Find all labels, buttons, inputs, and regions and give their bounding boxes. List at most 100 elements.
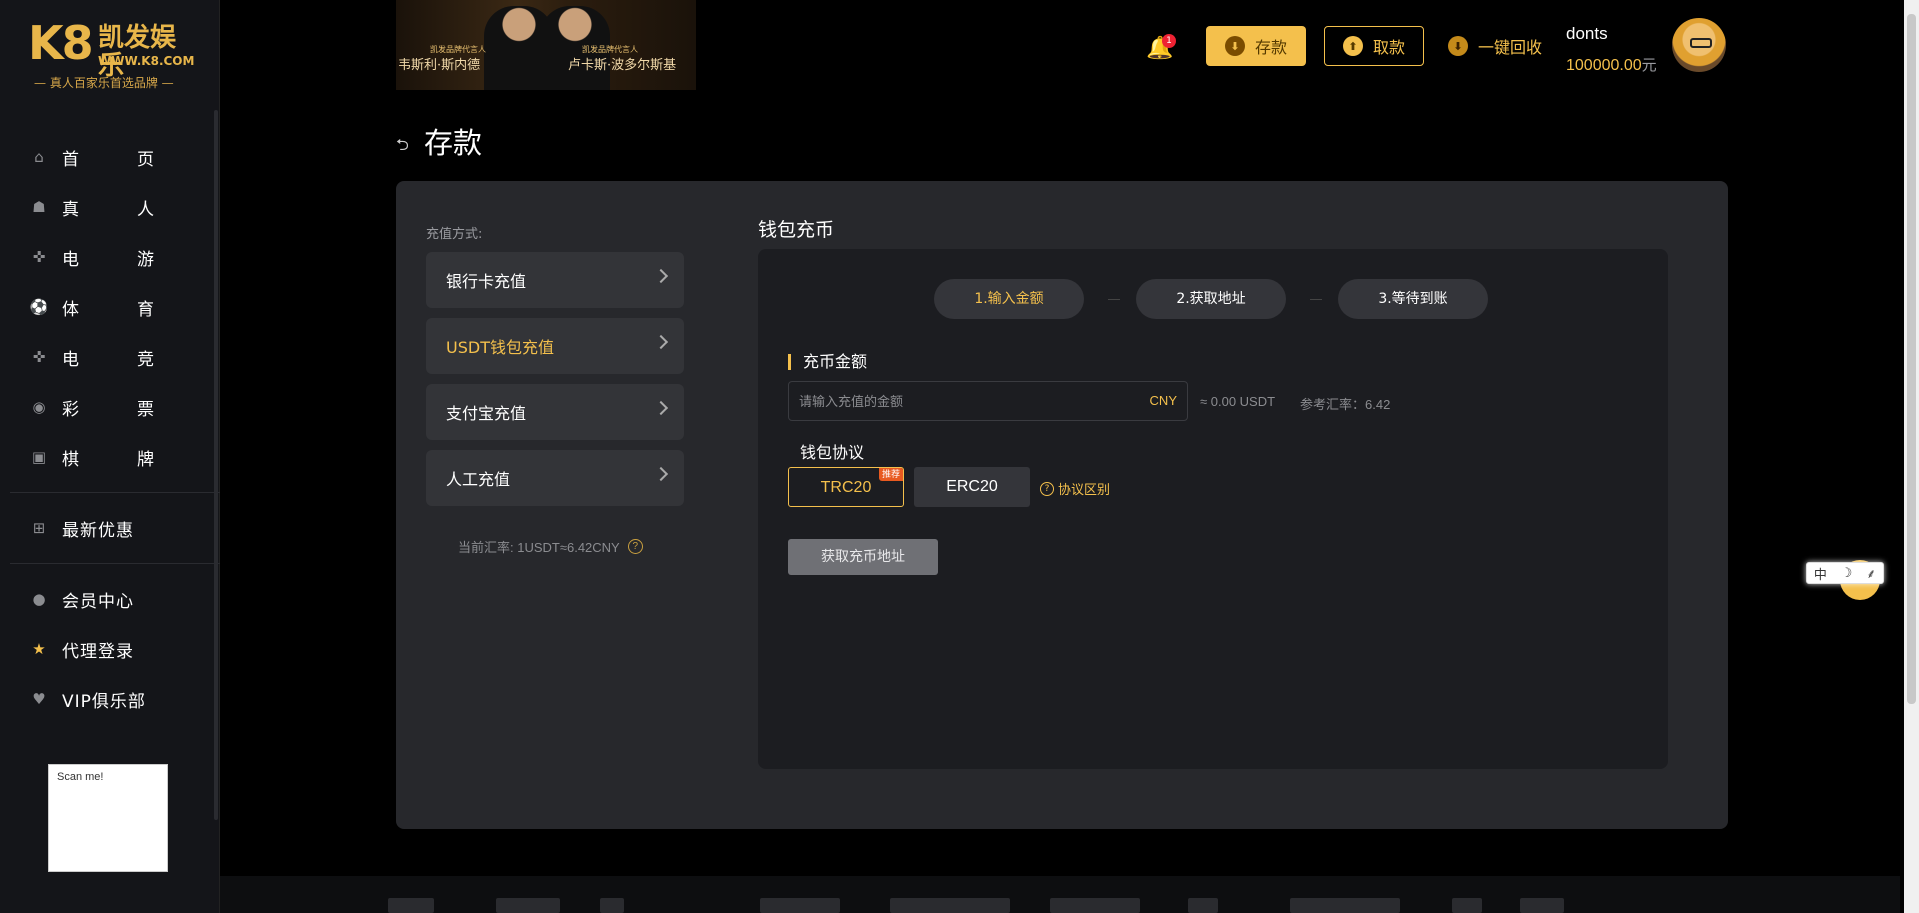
star-icon: ★ (32, 640, 46, 658)
method-label: 人工充值 (446, 470, 511, 489)
method-manual[interactable]: 人工充值 (426, 450, 684, 506)
logo-slogan: — 真人百家乐首选品牌 — (34, 76, 174, 90)
sidebar-nav: ⌂ 首页 ☗ 真人 ✜ 电游 ⚽ 体育 ✜ 电竞 ◉ 彩票 ▣ 棋牌 ⊞ 最新优… (10, 132, 220, 724)
home-icon: ⌂ (34, 148, 44, 166)
sidebar-item-label: 竞 (137, 349, 154, 370)
method-label: 支付宝充值 (446, 404, 527, 423)
logo-brand: 凯发娱乐 (98, 23, 177, 81)
back-icon[interactable]: ⮌ (396, 134, 409, 161)
sidebar-item-label: 票 (137, 399, 154, 420)
sidebar-item-label: 首 (62, 149, 79, 170)
banner-caption-name: 卢卡斯·波多尔斯基 (568, 58, 677, 73)
partner-logo (600, 898, 624, 913)
sidebar-item-label: 体 (62, 299, 79, 320)
sidebar-item-sports[interactable]: ⚽ 体 育 (30, 282, 200, 332)
sidebar-item-agent-login[interactable]: ★ 代理登录 (30, 624, 200, 674)
protocol-label-text: TRC20 (820, 479, 872, 496)
get-address-button[interactable]: 获取充币地址 (788, 539, 938, 575)
sidebar-item-label: 棋 (62, 449, 79, 470)
avatar[interactable] (1672, 18, 1726, 72)
sidebar-item-label: 代理登录 (62, 641, 134, 662)
sidebar-item-label: 会员中心 (62, 591, 134, 612)
scrollbar-thumb[interactable] (1907, 14, 1916, 704)
partner-logo (1188, 898, 1218, 913)
ime-toolbar[interactable]: 中 ☽ ⸙ (1806, 562, 1884, 584)
sidebar-item-label: 电 (62, 349, 79, 370)
sidebar-item-vip-club[interactable]: ♥ VIP俱乐部 (30, 674, 200, 724)
partner-logos-footer (220, 876, 1900, 913)
chevron-right-icon (653, 268, 669, 284)
step-get-address: 2.获取地址 (1136, 279, 1286, 319)
banner-caption-name: 韦斯利·斯内德 (398, 58, 481, 73)
protocol-label: 钱包协议 (800, 443, 865, 462)
sidebar-item-live[interactable]: ☗ 真 人 (30, 182, 200, 232)
k8-logo[interactable]: K8 凯发娱乐 WWW.K8.COM — 真人百家乐首选品牌 — (28, 20, 198, 90)
esports-icon: ✜ (32, 348, 46, 366)
chevron-right-icon (653, 400, 669, 416)
amount-input[interactable] (789, 382, 1129, 420)
method-label: USDT钱包充值 (446, 338, 554, 357)
method-label: 银行卡充值 (446, 272, 527, 291)
protocol-difference-link[interactable]: ? 协议区别 (1040, 479, 1110, 498)
step-enter-amount: 1.输入金额 (934, 279, 1084, 319)
deposit-panel: 充值方式: 银行卡充值 USDT钱包充值 支付宝充值 人工充值 当前汇率: 1U… (396, 181, 1728, 829)
sidebar-item-cards[interactable]: ▣ 棋 牌 (30, 432, 200, 482)
logo-url: WWW.K8.COM (98, 54, 195, 68)
sidebar-item-member-center[interactable]: ● 会员中心 (30, 574, 200, 624)
balance-unit: 元 (1641, 57, 1657, 74)
sidebar-item-label: 电 (62, 249, 79, 270)
wallet-title: 钱包充币 (758, 219, 835, 241)
page-scrollbar[interactable] (1904, 0, 1919, 913)
sidebar-divider (10, 492, 220, 493)
method-alipay[interactable]: 支付宝充值 (426, 384, 684, 440)
protocol-difference-label: 协议区别 (1058, 483, 1111, 498)
notification-bell-icon[interactable]: 🔔 1 (1146, 34, 1176, 61)
step-separator (1108, 299, 1120, 300)
sidebar-item-lottery[interactable]: ◉ 彩 票 (30, 382, 200, 432)
deposit-button[interactable]: ⬇ 存款 (1206, 26, 1306, 66)
sidebar-scrollbar[interactable] (214, 110, 218, 820)
protocol-trc20-button[interactable]: TRC20 推荐 (788, 467, 904, 507)
partner-logo (388, 898, 434, 913)
balance-amount: 100000.00 (1566, 57, 1642, 74)
ambassador-banner[interactable]: 凯发品牌代言人 韦斯利·斯内德 凯发品牌代言人 卢卡斯·波多尔斯基 (396, 0, 696, 90)
sidebar-item-label: 游 (137, 249, 154, 270)
reference-rate: 参考汇率：6.42 (1300, 397, 1391, 412)
recommend-badge: 推荐 (878, 468, 903, 481)
recycle-funds-button[interactable]: ⬇ 一键回收 (1448, 34, 1542, 58)
ime-settings-icon[interactable]: ⸙ (1866, 564, 1876, 582)
method-usdt-wallet[interactable]: USDT钱包充值 (426, 318, 684, 374)
sidebar-item-esports[interactable]: ✜ 电 竞 (30, 332, 200, 382)
ime-moon-icon[interactable]: ☽ (1841, 566, 1853, 581)
sidebar-item-slots[interactable]: ✜ 电 游 (30, 232, 200, 282)
withdraw-label: 取款 (1372, 38, 1405, 57)
diamond-icon: ♥ (32, 690, 46, 708)
amount-label: 充币金额 (788, 354, 867, 370)
sidebar-item-label: 牌 (137, 449, 154, 470)
soccer-icon: ⚽ (29, 298, 49, 316)
sidebar-item-promotions[interactable]: ⊞ 最新优惠 (30, 503, 200, 553)
wallet-form: 1.输入金额 2.获取地址 3.等待到账 充币金额 CNY ≈ 0.00 USD… (758, 249, 1668, 769)
sidebar-item-home[interactable]: ⌂ 首 页 (30, 132, 200, 182)
help-icon[interactable]: ? (627, 539, 643, 554)
sidebar-item-label: 真 (62, 199, 79, 220)
withdraw-button[interactable]: ⬆ 取款 (1324, 26, 1424, 66)
help-icon: ? (1040, 481, 1054, 496)
partner-logo (1290, 898, 1400, 913)
page-title: 存款 (424, 126, 483, 160)
partner-logo (1520, 898, 1564, 913)
withdraw-icon: ⬆ (1342, 36, 1363, 56)
qr-code-image: Scan me! (48, 764, 168, 872)
user-icon: ● (32, 590, 46, 608)
method-bank-card[interactable]: 银行卡充值 (426, 252, 684, 308)
sidebar-item-label: 最新优惠 (62, 520, 134, 541)
gift-icon: ⊞ (32, 519, 46, 537)
ime-language-icon[interactable]: 中 (1814, 564, 1827, 583)
usdt-conversion: ≈ 0.00 USDT (1200, 394, 1276, 409)
recycle-label: 一键回收 (1478, 38, 1543, 57)
amount-field[interactable]: CNY (788, 381, 1188, 421)
current-rate-note: 当前汇率: 1USDT≈6.42CNY ? (458, 537, 643, 556)
qr-alt-text: Scan me! (57, 771, 104, 783)
chevron-right-icon (653, 466, 669, 482)
protocol-erc20-button[interactable]: ERC20 (914, 467, 1030, 507)
